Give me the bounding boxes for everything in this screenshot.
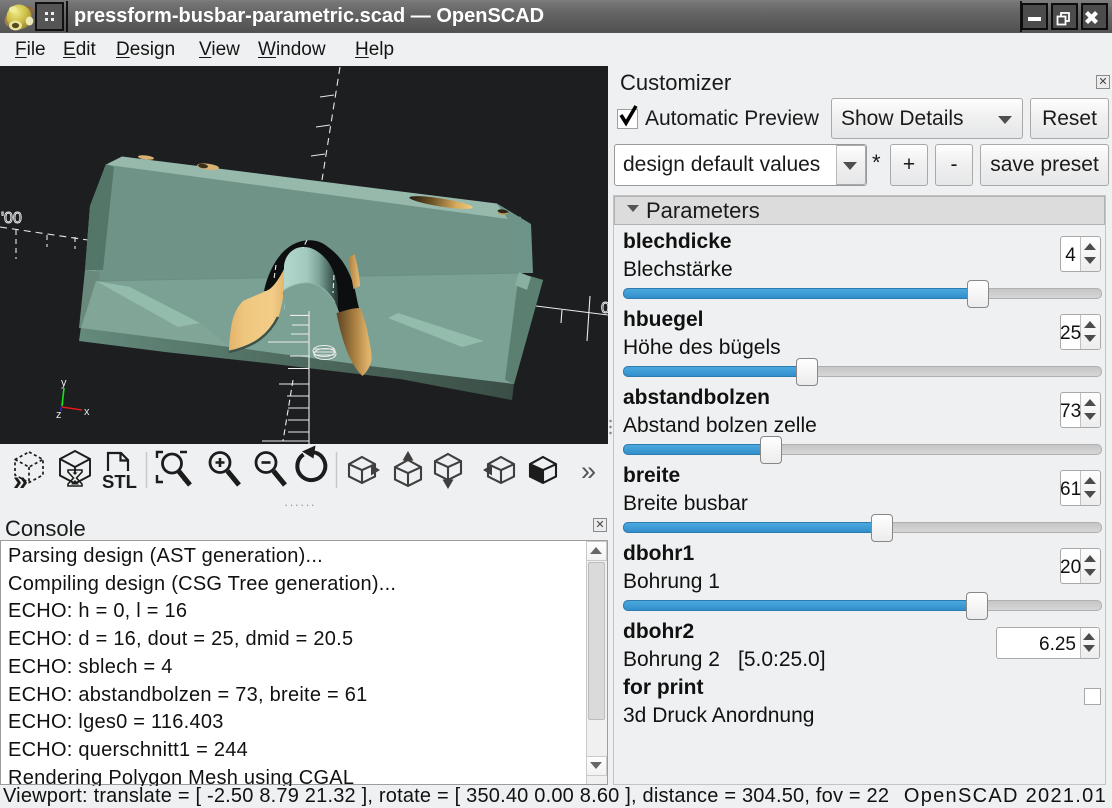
svg-text:0: 0 <box>601 300 608 317</box>
svg-text:STL: STL <box>102 471 137 492</box>
svg-text:z: z <box>56 409 62 421</box>
svg-text:y: y <box>61 377 67 389</box>
svg-text:x: x <box>84 406 90 418</box>
svg-text:»: » <box>581 456 596 486</box>
svg-text:»: » <box>13 466 28 496</box>
svg-text:'00: '00 <box>1 210 22 227</box>
